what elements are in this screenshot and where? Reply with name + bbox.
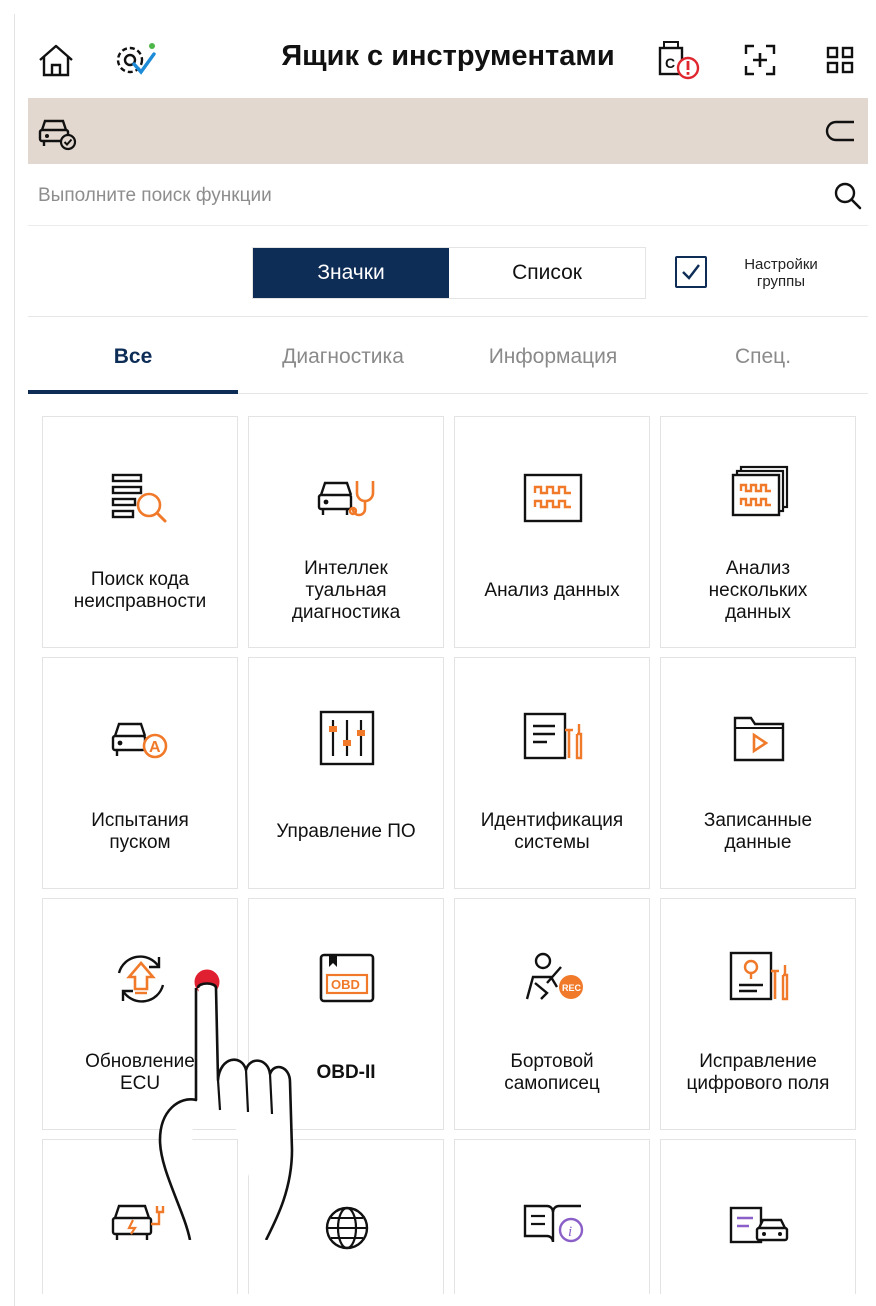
- toolbar-divider: [28, 316, 868, 317]
- search-bar: [28, 166, 868, 226]
- dtc-search-icon: [105, 461, 177, 533]
- tab-diagnostics[interactable]: Диагностика: [238, 320, 448, 393]
- tab-information[interactable]: Информация: [448, 320, 658, 393]
- onboard-recorder-icon: REC: [517, 943, 589, 1015]
- category-tabs: Все Диагностика Информация Спец.: [28, 320, 868, 394]
- tile-label: Поиск кода неисправности: [73, 569, 207, 612]
- data-analysis-icon: [517, 461, 589, 533]
- tile-label: [667, 1276, 849, 1294]
- group-settings-label: Настройки группы: [744, 256, 818, 290]
- obd-icon: OBD: [311, 943, 383, 1015]
- home-icon[interactable]: [34, 38, 78, 82]
- tile-label: [461, 1276, 643, 1294]
- vehicle-check-icon[interactable]: [34, 110, 78, 154]
- search-icon[interactable]: [832, 180, 864, 212]
- tile-label: Бортовой самописец: [504, 1051, 600, 1094]
- tab-all[interactable]: Все: [28, 320, 238, 394]
- digital-field-fix-icon: [723, 943, 795, 1015]
- tile-recorded-data[interactable]: Записанные данные: [660, 657, 856, 889]
- software-management-icon: [311, 702, 383, 774]
- search-input[interactable]: [38, 178, 798, 214]
- tile-data-analysis[interactable]: Анализ данных: [454, 416, 650, 648]
- tile-system-identification[interactable]: Идентификация системы: [454, 657, 650, 889]
- vehicle-bar: [28, 98, 868, 164]
- actuation-test-icon: A: [105, 702, 177, 774]
- svg-text:OBD: OBD: [331, 977, 360, 992]
- page-title: Ящик с инструментами: [281, 40, 615, 72]
- checkmark-icon: [682, 264, 700, 280]
- recorded-data-icon: [723, 702, 795, 774]
- globe-icon: [311, 1184, 383, 1256]
- vehicle-document-icon: [723, 1184, 795, 1256]
- list-view-button[interactable]: Список: [449, 248, 645, 298]
- group-settings-checkbox[interactable]: [675, 256, 707, 288]
- top-header: Ящик с инструментами C: [28, 28, 868, 96]
- screenshot-icon[interactable]: [738, 38, 782, 82]
- tab-special[interactable]: Спец.: [658, 320, 868, 393]
- system-identification-icon: [517, 702, 589, 774]
- tile-label: Интеллек туальная диагностика: [291, 558, 401, 623]
- tile-onboard-recorder[interactable]: REC Бортовой самописец: [454, 898, 650, 1130]
- tile-label: Управление ПО: [276, 821, 416, 842]
- tile-digital-field-fix[interactable]: Исправление цифрового поля: [660, 898, 856, 1130]
- svg-text:REC: REC: [562, 983, 582, 993]
- settings-check-icon[interactable]: [110, 38, 156, 82]
- svg-text:C: C: [665, 55, 675, 71]
- tile-label: [255, 1276, 437, 1294]
- back-arrow-icon[interactable]: [818, 110, 862, 154]
- tile-label: Анализ нескольких данных: [708, 558, 808, 623]
- view-toggle: Значки Список: [252, 247, 646, 299]
- tile-label: Анализ данных: [484, 580, 620, 601]
- tile-label: Идентификация системы: [480, 810, 624, 853]
- tile-info-book[interactable]: i: [454, 1139, 650, 1294]
- svg-text:i: i: [568, 1224, 572, 1240]
- tile-dtc-search[interactable]: Поиск кода неисправности: [42, 416, 238, 648]
- tile-actuation-test[interactable]: A Испытания пуском: [42, 657, 238, 889]
- grid-menu-icon[interactable]: [818, 38, 862, 82]
- svg-text:A: A: [149, 739, 161, 756]
- tile-smart-diagnosis[interactable]: Интеллек туальная диагностика: [248, 416, 444, 648]
- multi-data-analysis-icon: [723, 461, 795, 533]
- tap-gesture-hand-icon: [158, 966, 294, 1240]
- smart-diagnosis-icon: [311, 461, 383, 533]
- tile-vehicle-document[interactable]: [660, 1139, 856, 1294]
- tile-label: Записанные данные: [703, 810, 813, 853]
- tile-label: [49, 1276, 231, 1294]
- vci-alert-icon[interactable]: C: [654, 38, 700, 82]
- tile-software-management[interactable]: Управление ПО: [248, 657, 444, 889]
- tile-label: Исправление цифрового поля: [686, 1051, 830, 1094]
- tile-label: Испытания пуском: [91, 810, 189, 853]
- tile-multi-data-analysis[interactable]: Анализ нескольких данных: [660, 416, 856, 648]
- icons-view-button[interactable]: Значки: [253, 248, 449, 298]
- info-book-icon: i: [517, 1184, 589, 1256]
